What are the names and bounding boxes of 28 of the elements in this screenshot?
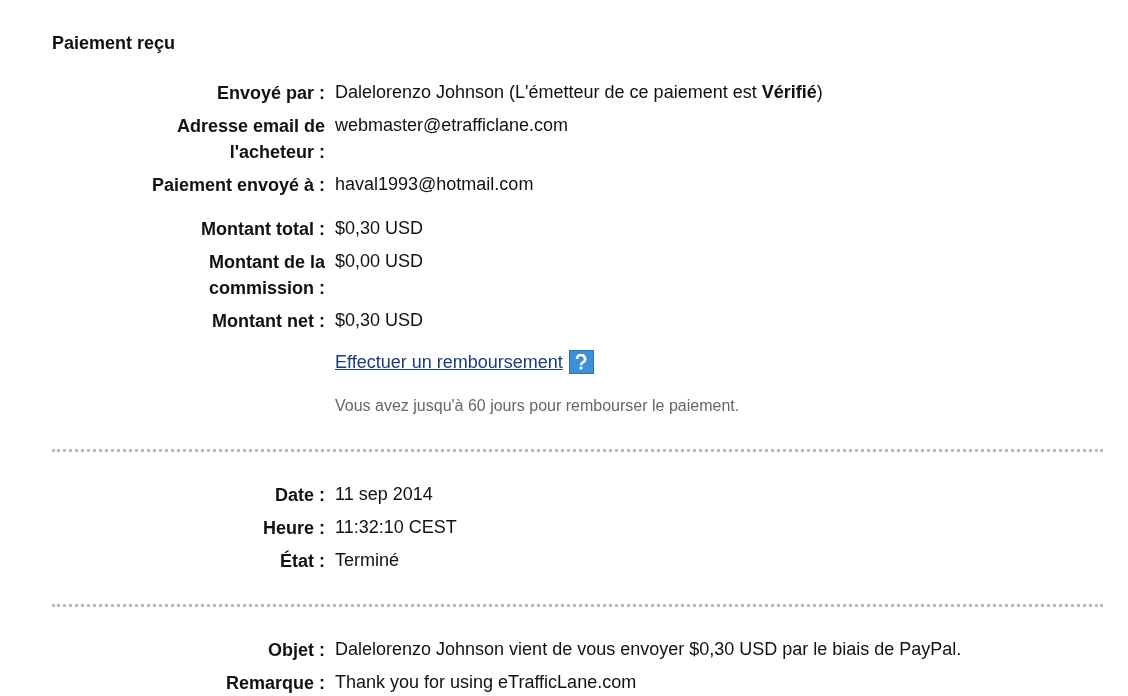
field-label: Montant de la [209, 251, 325, 274]
refund-link[interactable]: Effectuer un remboursement [335, 349, 563, 375]
field-value: Terminé [335, 549, 401, 572]
field-label: Remarque : [225, 672, 325, 695]
field-value: $0,30 USD [335, 217, 425, 240]
field-label: l'acheteur : [229, 141, 325, 164]
field-value: $0,00 USD [335, 250, 425, 273]
field-value: Thank you for using eTrafficLane.com [335, 671, 638, 694]
field-label: Date : [275, 484, 325, 507]
field-label: Montant total : [201, 218, 325, 241]
field-value: 11 sep 2014 [335, 483, 434, 506]
page-title: Paiement reçu [52, 32, 177, 55]
refund-note: Vous avez jusqu'à 60 jours pour rembourser le paiement. [335, 397, 740, 414]
field-value: haval1993@hotmail.com [335, 173, 535, 196]
field-label: Objet : [268, 639, 325, 662]
field-label: Montant net : [212, 310, 325, 333]
help-icon[interactable] [568, 350, 594, 374]
field-value: 11:32:10 CEST [335, 516, 458, 539]
field-value: Dalelorenzo Johnson vient de vous envoyer $0,30 USD par le biais de PayPal. [335, 638, 963, 661]
field-label: commission : [208, 277, 325, 300]
field-value: webmaster@etrafficlane.com [335, 114, 570, 137]
field-label: Heure : [263, 517, 325, 540]
field-label: Adresse email de [176, 115, 325, 138]
field-label: État : [280, 549, 325, 573]
field-value: $0,30 USD [335, 309, 425, 332]
field-label: Envoyé par : [216, 82, 325, 105]
field-value: Dalelorenzo Johnson (L'émetteur de ce paiement est Vérifié) [335, 81, 824, 104]
field-label: Paiement envoyé à : [151, 174, 325, 197]
